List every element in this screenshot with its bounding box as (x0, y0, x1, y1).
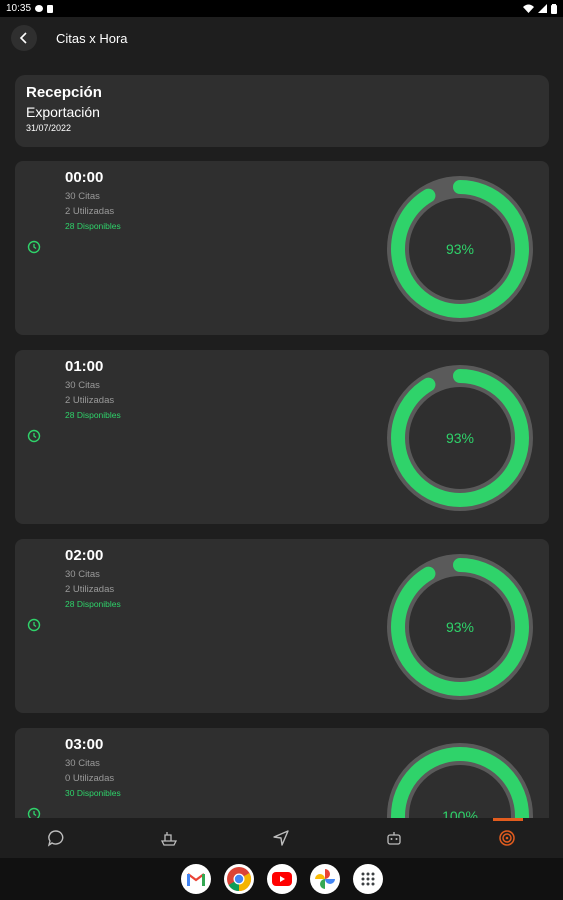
status-time: 10:35 (6, 3, 32, 14)
slot-citas: 30 Citas (65, 569, 100, 580)
progress-percent: 93% (445, 430, 475, 446)
nav-robot[interactable] (374, 818, 414, 858)
status-bar: 10:35 (0, 0, 563, 17)
youtube-app[interactable] (266, 864, 297, 894)
system-dock (0, 858, 563, 900)
slot-citas: 30 Citas (65, 380, 100, 391)
header-card: Recepción Exportación 31/07/2022 (15, 75, 549, 147)
progress-percent: 100% (442, 808, 478, 818)
app-drawer[interactable] (352, 864, 383, 894)
clock-icon (27, 807, 41, 818)
active-indicator (492, 818, 523, 821)
slot-utilizadas: 2 Utilizadas (65, 584, 115, 595)
robot-icon (387, 832, 401, 845)
slot-card[interactable]: 00:00 30 Citas 2 Utilizadas 28 Disponibl… (15, 161, 549, 335)
slot-disponibles: 28 Disponibles (65, 599, 121, 609)
clock-icon (27, 240, 41, 254)
slot-utilizadas: 2 Utilizadas (65, 206, 115, 217)
progress-percent: 93% (445, 241, 475, 257)
app-drawer-icon (361, 872, 374, 886)
wifi-icon (523, 4, 534, 13)
radar-icon (498, 830, 515, 846)
chevron-left-icon (19, 32, 27, 44)
progress-percent: 93% (445, 619, 475, 635)
slot-citas: 30 Citas (65, 191, 100, 202)
photos-icon (314, 869, 335, 889)
clock-icon (27, 618, 41, 632)
slot-disponibles: 28 Disponibles (65, 221, 121, 231)
slot-time: 01:00 (65, 358, 104, 375)
chrome-icon (226, 867, 251, 891)
reception-type: Recepción (26, 84, 102, 101)
slot-disponibles: 28 Disponibles (65, 410, 121, 420)
slot-card[interactable]: 01:00 30 Citas 2 Utilizadas 28 Disponibl… (15, 350, 549, 524)
gmail-app[interactable] (180, 864, 211, 894)
photos-app[interactable] (309, 864, 340, 894)
chat-icon (48, 830, 64, 847)
nav-ship[interactable] (149, 818, 189, 858)
slot-time: 02:00 (65, 547, 104, 564)
back-button[interactable] (11, 25, 37, 51)
slot-list[interactable]: Recepción Exportación 31/07/2022 00:00 3… (0, 59, 563, 818)
nav-navigation[interactable] (261, 818, 301, 858)
sd-card-icon (47, 4, 54, 13)
page-title: Citas x Hora (56, 30, 128, 46)
app-bar: Citas x Hora (0, 17, 563, 59)
slot-disponibles: 30 Disponibles (65, 788, 121, 798)
gmail-icon (186, 872, 205, 886)
navigation-icon (273, 830, 290, 846)
nav-radar[interactable] (487, 818, 527, 858)
slot-utilizadas: 2 Utilizadas (65, 395, 115, 406)
chrome-app[interactable] (223, 864, 254, 894)
ship-icon (160, 832, 177, 846)
schedule-date: 31/07/2022 (26, 123, 72, 133)
slot-card[interactable]: 02:00 30 Citas 2 Utilizadas 28 Disponibl… (15, 539, 549, 713)
signal-icon (538, 4, 547, 13)
battery-icon (551, 3, 557, 14)
slot-card[interactable]: 03:00 30 Citas 0 Utilizadas 30 Disponibl… (15, 728, 549, 818)
slot-citas: 30 Citas (65, 758, 100, 769)
slot-time: 00:00 (65, 169, 104, 186)
slot-utilizadas: 0 Utilizadas (65, 773, 115, 784)
nav-chat[interactable] (36, 818, 76, 858)
bottom-navigation (0, 818, 563, 858)
operation-type: Exportación (26, 104, 100, 120)
clock-icon (27, 429, 41, 443)
message-notification-icon (35, 5, 44, 12)
slot-time: 03:00 (65, 736, 104, 753)
youtube-icon (271, 872, 292, 886)
